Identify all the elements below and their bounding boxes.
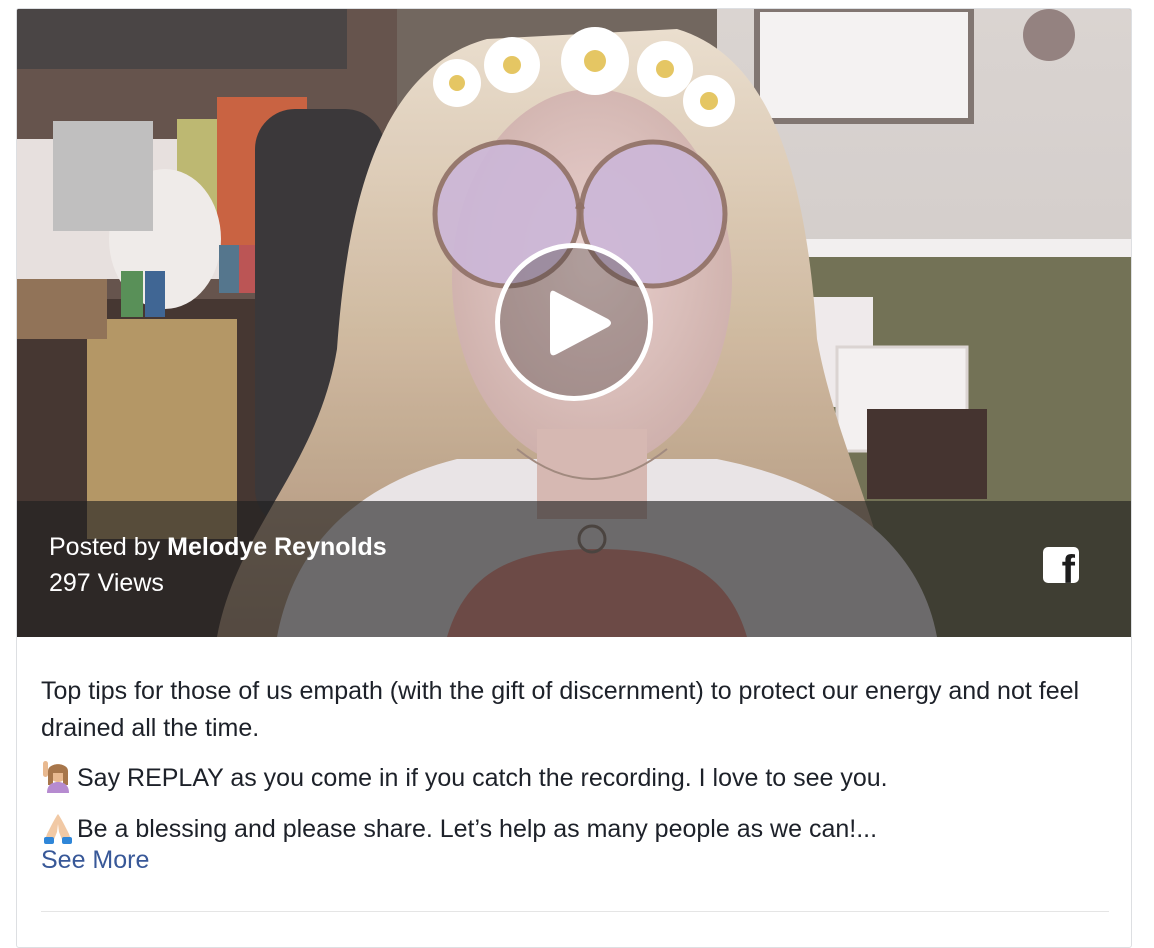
folded-hands-emoji-icon bbox=[44, 814, 72, 844]
post-text-line-with-icon: Be a blessing and please share. Let’s he… bbox=[41, 810, 1111, 848]
facebook-icon[interactable]: f bbox=[1043, 547, 1079, 583]
video-post-card: Posted by Melodye Reynolds 297 Views f T… bbox=[16, 8, 1132, 948]
raising-hand-emoji-icon bbox=[43, 761, 69, 793]
video-info-bar: Posted by Melodye Reynolds 297 Views f bbox=[17, 501, 1131, 637]
post-text: Say REPLAY as you come in if you catch t… bbox=[77, 764, 888, 792]
author-name[interactable]: Melodye Reynolds bbox=[167, 533, 387, 561]
post-description: Top tips for those of us empath (with th… bbox=[41, 673, 1111, 874]
play-button[interactable] bbox=[495, 243, 653, 401]
posted-by: Posted by Melodye Reynolds bbox=[49, 533, 387, 562]
post-text-line-with-icon: Say REPLAY as you come in if you catch t… bbox=[41, 759, 1111, 797]
post-text-line: Top tips for those of us empath (with th… bbox=[41, 677, 1080, 742]
posted-by-prefix: Posted by bbox=[49, 533, 161, 561]
post-text: Be a blessing and please share. Let’s he… bbox=[77, 815, 878, 843]
play-icon bbox=[550, 290, 611, 356]
video-player[interactable]: Posted by Melodye Reynolds 297 Views f bbox=[17, 9, 1131, 637]
divider bbox=[41, 911, 1109, 912]
view-count: 297 Views bbox=[49, 569, 164, 597]
see-more-link[interactable]: See More bbox=[41, 846, 1111, 874]
